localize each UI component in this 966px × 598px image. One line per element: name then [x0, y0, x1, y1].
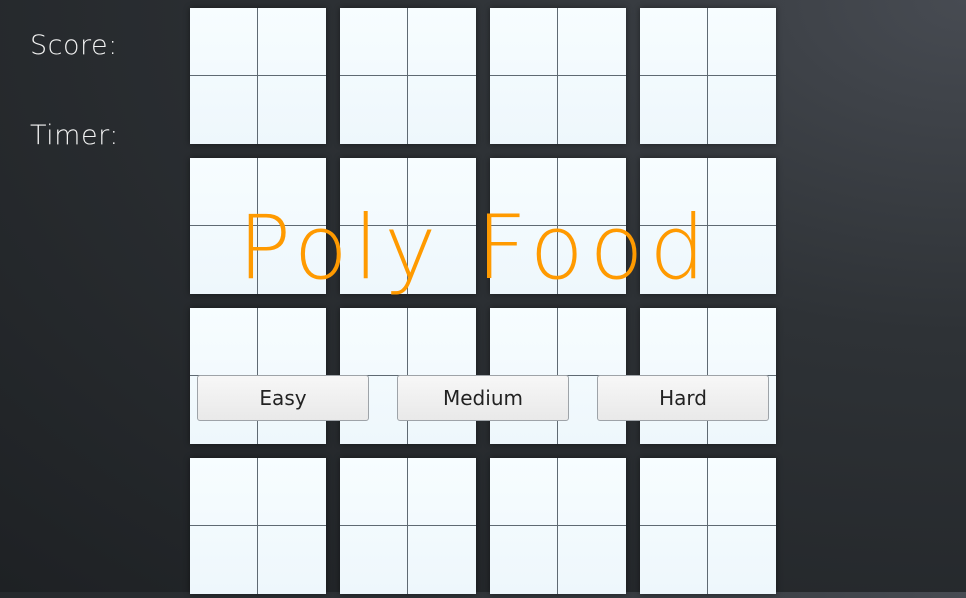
hard-button[interactable]: Hard — [597, 375, 769, 421]
board-tile[interactable] — [490, 458, 626, 594]
board-tile[interactable] — [640, 8, 776, 144]
game-title: Poly Food — [238, 196, 712, 299]
timer-label: Timer: — [30, 120, 119, 151]
game-board — [190, 8, 776, 598]
board-tile[interactable] — [340, 8, 476, 144]
score-label: Score: — [30, 30, 118, 61]
board-tile[interactable] — [640, 458, 776, 594]
board-tile[interactable] — [190, 8, 326, 144]
medium-button[interactable]: Medium — [397, 375, 569, 421]
easy-button[interactable]: Easy — [197, 375, 369, 421]
board-tile[interactable] — [340, 458, 476, 594]
board-tile[interactable] — [490, 8, 626, 144]
board-tile[interactable] — [190, 458, 326, 594]
